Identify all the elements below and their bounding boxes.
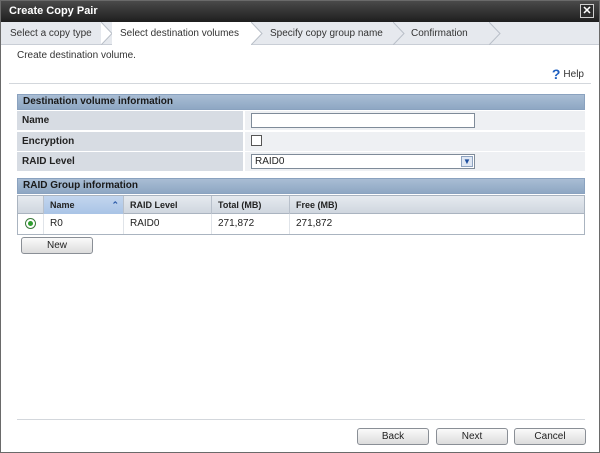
- step-separator-icon: [489, 22, 501, 45]
- close-button[interactable]: ✕: [580, 4, 594, 18]
- step-separator-icon: [251, 22, 263, 45]
- encryption-checkbox[interactable]: [251, 135, 262, 146]
- question-icon: ?: [551, 66, 561, 82]
- column-header-name[interactable]: Name ⌃: [44, 196, 124, 214]
- step-select-copy-type: Select a copy type: [1, 22, 105, 45]
- divider: [9, 83, 591, 84]
- back-button[interactable]: Back: [357, 428, 429, 445]
- raid-group-grid: Name ⌃ RAID Level Total (MB) Free (MB) R…: [17, 195, 585, 235]
- encryption-label: Encryption: [17, 132, 243, 152]
- cancel-button[interactable]: Cancel: [514, 428, 586, 445]
- wizard-steps: Select a copy type Select destination vo…: [1, 22, 599, 45]
- raid-group-header: RAID Group information: [17, 178, 585, 194]
- raid-level-value-cell: RAID0 ▼: [245, 152, 585, 172]
- name-input[interactable]: [251, 113, 475, 128]
- next-button[interactable]: Next: [436, 428, 508, 445]
- raid-level-selected: RAID0: [255, 156, 285, 167]
- table-row[interactable]: R0 RAID0 271,872 271,872: [18, 214, 584, 234]
- name-value-cell: [245, 111, 585, 131]
- footer-divider: [17, 419, 585, 420]
- raid-level-row: RAID Level RAID0 ▼: [17, 152, 585, 172]
- row-select-cell[interactable]: [18, 214, 44, 234]
- sort-ascending-icon: ⌃: [111, 200, 119, 210]
- dialog-title: Create Copy Pair: [9, 5, 98, 17]
- encryption-value-cell: [245, 132, 585, 152]
- column-header-raid-level[interactable]: RAID Level: [124, 196, 212, 214]
- grid-header: Name ⌃ RAID Level Total (MB) Free (MB): [18, 196, 584, 214]
- chevron-down-icon[interactable]: ▼: [461, 156, 473, 167]
- close-icon: ✕: [582, 5, 592, 17]
- column-header-free[interactable]: Free (MB): [290, 196, 584, 214]
- select-column-header: [18, 196, 44, 214]
- page-subtitle: Create destination volume.: [17, 50, 136, 61]
- name-label: Name: [17, 111, 243, 131]
- title-bar: Create Copy Pair ✕: [1, 1, 599, 22]
- step-label: Select destination volumes: [120, 28, 239, 39]
- help-label: Help: [563, 69, 584, 80]
- create-copy-pair-dialog: Create Copy Pair ✕ Select a copy type Se…: [0, 0, 600, 453]
- destination-volume-header: Destination volume information: [17, 94, 585, 110]
- cell-total: 271,872: [212, 214, 290, 234]
- row-radio-button[interactable]: [25, 218, 36, 229]
- step-label: Select a copy type: [10, 28, 92, 39]
- cell-raid-level: RAID0: [124, 214, 212, 234]
- column-label: Name: [50, 200, 75, 210]
- cell-name: R0: [44, 214, 124, 234]
- help-link[interactable]: ? Help: [552, 66, 584, 82]
- name-row: Name: [17, 111, 585, 131]
- step-select-destination-volumes: Select destination volumes: [112, 22, 252, 45]
- new-button[interactable]: New: [21, 237, 93, 254]
- step-label: Confirmation: [411, 28, 468, 39]
- step-label: Specify copy group name: [270, 28, 383, 39]
- raid-level-label: RAID Level: [17, 152, 243, 172]
- encryption-row: Encryption: [17, 132, 585, 152]
- raid-level-select[interactable]: RAID0 ▼: [251, 154, 475, 169]
- step-separator-icon: [393, 22, 405, 45]
- step-specify-copy-group-name: Specify copy group name: [263, 22, 393, 45]
- column-header-total[interactable]: Total (MB): [212, 196, 290, 214]
- cell-free: 271,872: [296, 218, 333, 229]
